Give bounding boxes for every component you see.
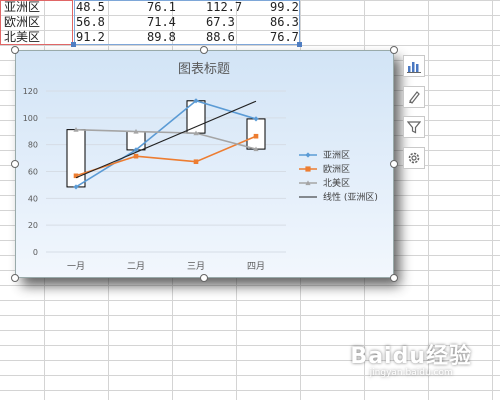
series-line [75,99,257,188]
chart-styles-button[interactable] [403,86,425,108]
x-tick-label: 三月 [187,261,205,272]
chart-elements-button[interactable] [403,55,425,77]
legend-entry: 亚洲区 [323,150,350,161]
y-tick-label: 100 [23,114,38,123]
up-down-bar [66,129,86,188]
x-tick-label: 一月 [67,261,85,272]
chart-filters-icon [407,121,421,134]
watermark: Baidu经验 jingyan.baidu.com [350,338,472,378]
chart-svg[interactable]: 图表标题 0 20 40 60 80 100 120 一月 二月 三月 四月 亚洲区欧洲区北美区线性 (… [16,51,393,277]
legend-entry: 欧洲区 [323,163,350,175]
legend-marker [305,166,311,172]
resize-handle-top-right[interactable] [390,46,398,54]
y-tick-label: 20 [28,221,38,230]
resize-handle-bottom-left[interactable] [11,274,19,282]
legend-entry: 线性 (亚洲区) [323,191,378,203]
resize-handle-top[interactable] [200,46,208,54]
series-name-range-highlight [0,0,73,45]
settings-icon [408,152,420,164]
range-handle[interactable] [297,42,302,47]
chart-elements-icon [407,62,421,73]
chart-area[interactable]: 图表标题 0 20 40 60 80 100 120 一月 二月 三月 四月 亚洲区欧洲区北美区线性 (… [15,50,394,278]
y-tick-label: 40 [28,194,38,203]
y-tick-label: 80 [28,141,38,150]
y-tick-label: 0 [33,248,38,257]
y-tick-label: 60 [28,168,38,177]
data-point [133,153,139,159]
x-tick-label: 四月 [247,261,265,272]
data-point [253,133,259,139]
legend-marker [305,152,311,158]
resize-handle-left[interactable] [11,160,19,168]
up-down-bar [126,131,146,151]
y-tick-label: 120 [23,87,38,96]
watermark-logo: Baidu经验 [350,344,472,369]
resize-handle-right[interactable] [390,160,398,168]
range-handle[interactable] [71,42,76,47]
values-range-highlight [74,0,300,45]
data-table[interactable]: 亚洲区 48.5 76.1 112.7 99.2 欧洲区 56.8 71.4 6… [0,0,302,47]
settings-button[interactable] [403,147,425,169]
legend-entry: 北美区 [323,177,350,189]
resize-handle-bottom[interactable] [200,274,208,282]
chart-filters-button[interactable] [403,116,425,138]
x-tick-label: 二月 [127,261,145,272]
resize-handle-top-left[interactable] [11,46,19,54]
resize-handle-bottom-right[interactable] [390,274,398,282]
trendline [75,100,257,179]
data-point [193,159,199,165]
chart-styles-icon [409,91,420,104]
chart-title: 图表标题 [178,62,230,77]
